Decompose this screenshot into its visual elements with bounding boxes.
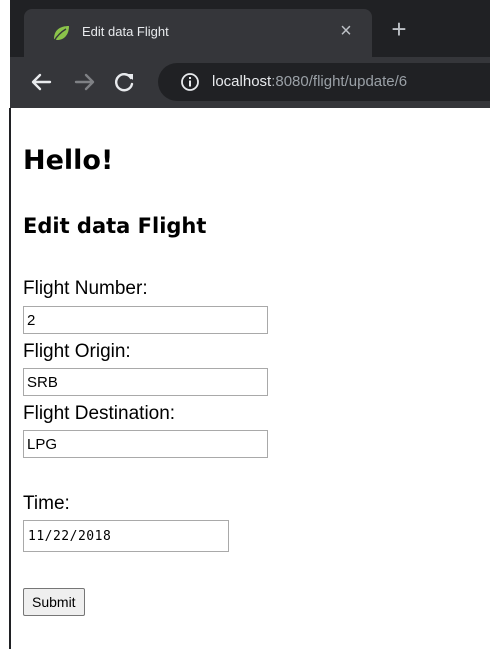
spring-leaf-icon	[53, 26, 69, 42]
flight-destination-label: Flight Destination:	[23, 403, 176, 424]
tab-title: Edit data Flight	[82, 24, 169, 39]
time-date-input[interactable]	[23, 520, 229, 552]
browser-tab[interactable]: Edit data Flight ×	[24, 9, 372, 57]
flight-destination-input[interactable]	[23, 430, 268, 458]
address-bar[interactable]: localhost:8080/flight/update/6	[158, 63, 490, 101]
url-path: :8080/flight/update/6	[271, 73, 408, 90]
url-host: localhost	[212, 73, 272, 90]
forward-arrow-icon[interactable]	[70, 68, 100, 96]
reload-icon[interactable]	[110, 68, 140, 96]
form-title: Edit data Flight	[23, 214, 207, 238]
flight-origin-label: Flight Origin:	[23, 341, 131, 362]
browser-toolbar: localhost:8080/flight/update/6	[10, 57, 490, 108]
new-tab-button[interactable]: +	[386, 16, 412, 42]
back-arrow-icon[interactable]	[26, 68, 56, 96]
time-label: Time:	[23, 493, 70, 514]
close-icon[interactable]: ×	[334, 19, 358, 43]
flight-number-label: Flight Number:	[23, 278, 148, 299]
window-edge	[9, 108, 11, 649]
flight-number-input[interactable]	[23, 306, 268, 334]
info-icon[interactable]	[180, 72, 200, 92]
submit-button[interactable]: Submit	[23, 588, 85, 616]
flight-origin-input[interactable]	[23, 368, 268, 396]
tab-strip: Edit data Flight × +	[10, 0, 490, 57]
url-text: localhost:8080/flight/update/6	[212, 73, 407, 90]
page-title: Hello!	[23, 145, 114, 176]
